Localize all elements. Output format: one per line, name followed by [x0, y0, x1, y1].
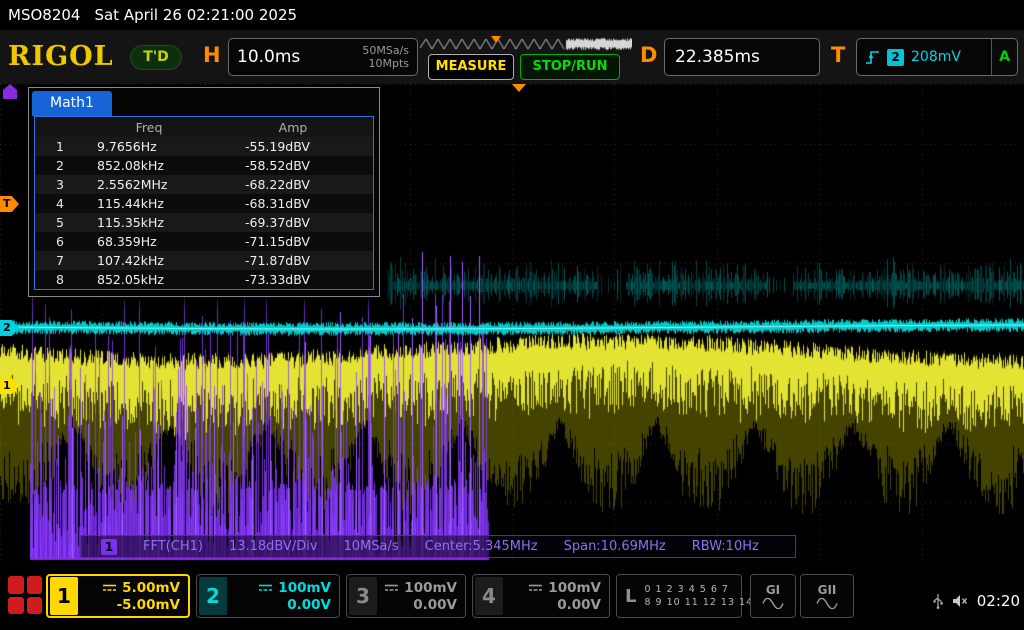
sine-wave-icon: [762, 598, 784, 609]
math1-window[interactable]: Math1 Freq Amp 19.7656Hz-55.19dBV 2852.0…: [28, 87, 380, 297]
channel4-offset: 0.00V: [557, 597, 601, 613]
trigger-position-marker[interactable]: [512, 84, 526, 92]
channel1-scale: 5.00mV: [122, 580, 180, 596]
fft-source: FFT(CH1): [143, 539, 203, 554]
toolbar: RIGOL T'D H 10.0ms 50MSa/s 10Mpts MEASUR…: [0, 30, 1024, 84]
math-table-header: Freq Amp: [35, 117, 373, 137]
coupling-icon: [384, 583, 399, 592]
coupling-icon: [102, 583, 117, 592]
math-peak-table: Freq Amp 19.7656Hz-55.19dBV 2852.08kHz-5…: [34, 116, 374, 290]
math-table-row: 32.5562MHz-68.22dBV: [35, 175, 373, 194]
channel2-number: 2: [199, 577, 227, 615]
digital-row-1: 0 1 2 3 4 5 6 7: [644, 584, 729, 595]
status-bar: MSO8204 Sat April 26 02:21:00 2025: [0, 0, 1024, 30]
channel-bar: 1 5.00mV -5.00mV 2 100mV 0.00V 3 100mV 0…: [0, 562, 1024, 630]
channel4-box[interactable]: 4 100mV 0.00V: [472, 574, 610, 618]
channel3-offset: 0.00V: [413, 597, 457, 613]
math-table-row: 2852.08kHz-58.52dBV: [35, 156, 373, 175]
fft-center: Center:5.345MHz: [425, 539, 538, 554]
fft-status-bar: 1 FFT(CH1) 13.18dBV/Div 10MSa/s Center:5…: [80, 535, 796, 558]
sine-wave-icon: [816, 598, 838, 609]
col-amp: Amp: [213, 120, 373, 135]
waveform-preview[interactable]: [420, 36, 632, 52]
fft-rbw: RBW:10Hz: [692, 539, 759, 554]
delay-panel[interactable]: 22.385ms: [664, 38, 820, 76]
model-label: MSO8204: [8, 6, 80, 24]
memory-depth: 10Mpts: [368, 57, 409, 70]
fft-scale: 13.18dBV/Div: [229, 539, 318, 554]
channel2-offset: 0.00V: [287, 597, 331, 613]
gen1-button[interactable]: GI: [750, 574, 796, 618]
channel2-box[interactable]: 2 100mV 0.00V: [196, 574, 340, 618]
coupling-icon: [528, 583, 543, 592]
speaker-mute-icon[interactable]: [952, 594, 968, 608]
channel3-box[interactable]: 3 100mV 0.00V: [346, 574, 466, 618]
channel3-number: 3: [349, 577, 377, 615]
fft-sample-rate: 10MSa/s: [344, 539, 399, 554]
math-table-row: 668.359Hz-71.15dBV: [35, 232, 373, 251]
clock: 02:20: [977, 592, 1020, 610]
timebase-panel[interactable]: 10.0ms 50MSa/s 10Mpts: [228, 38, 418, 76]
math-table-row: 4115.44kHz-68.31dBV: [35, 194, 373, 213]
math-table-row: 5115.35kHz-69.37dBV: [35, 213, 373, 232]
col-freq: Freq: [85, 120, 213, 135]
channel4-number: 4: [475, 577, 503, 615]
rigol-logo: RIGOL: [8, 41, 114, 72]
display-area: T 2 1 Math1 Freq Amp 19.7656Hz-55.19dBV …: [0, 84, 1024, 562]
channel2-scale: 100mV: [278, 580, 331, 596]
usb-icon: [933, 593, 943, 609]
stop-run-button[interactable]: STOP/RUN: [520, 54, 620, 80]
channel3-scale: 100mV: [404, 580, 457, 596]
logic-analyzer-box[interactable]: L 0 1 2 3 4 5 6 7 8 9 10 11 12 13 14 15: [616, 574, 742, 618]
trigger-label: T: [831, 43, 845, 67]
channel1-box[interactable]: 1 5.00mV -5.00mV: [46, 574, 190, 618]
delay-label: D: [640, 43, 657, 67]
logic-label: L: [625, 586, 636, 607]
channel1-number: 1: [50, 577, 78, 615]
fft-channel-badge: 1: [101, 539, 117, 555]
trigger-panel[interactable]: 2 208mV A: [856, 38, 1018, 76]
sample-rate: 50MSa/s: [362, 44, 409, 57]
math-table-row: 19.7656Hz-55.19dBV: [35, 137, 373, 156]
fft-span: Span:10.69MHz: [564, 539, 666, 554]
channel1-offset: -5.00mV: [117, 597, 180, 613]
gen1-label: GI: [766, 583, 780, 597]
timebase-value: 10.0ms: [237, 47, 300, 67]
datetime-label: Sat April 26 02:21:00 2025: [94, 6, 297, 24]
horizontal-label: H: [203, 43, 221, 67]
trigger-level-value: 208mV: [911, 49, 961, 65]
trigger-slope-icon: [865, 46, 880, 68]
gen2-button[interactable]: GII: [800, 574, 854, 618]
math-table-row: 7107.42kHz-71.87dBV: [35, 251, 373, 270]
gen2-label: GII: [818, 583, 837, 597]
trigger-source-badge: 2: [887, 49, 904, 66]
trigger-mode-badge: A: [991, 39, 1017, 75]
delay-value: 22.385ms: [675, 47, 760, 67]
measure-button[interactable]: MEASURE: [428, 54, 514, 80]
coupling-icon: [258, 583, 273, 592]
trigger-status-badge: T'D: [130, 45, 182, 70]
menu-icon[interactable]: [8, 576, 42, 614]
channel4-scale: 100mV: [548, 580, 601, 596]
math-table-row: 8852.05kHz-73.33dBV: [35, 270, 373, 289]
math1-tab[interactable]: Math1: [32, 91, 112, 116]
